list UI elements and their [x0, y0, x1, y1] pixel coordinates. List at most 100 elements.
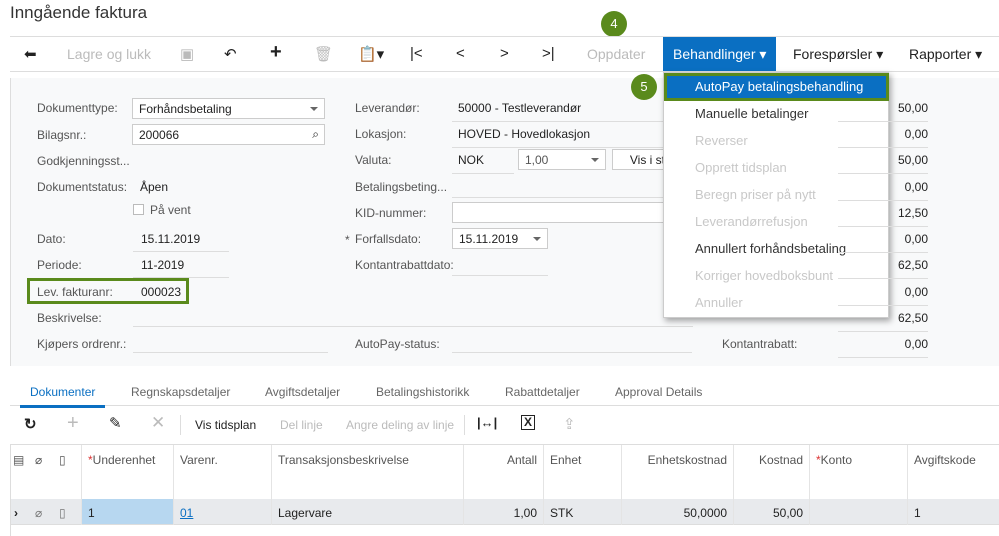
save-close-button[interactable]: Lagre og lukk: [67, 46, 151, 62]
terms-field[interactable]: [452, 197, 667, 198]
fit-columns-icon[interactable]: |↔|: [477, 415, 497, 430]
reports-menu-button[interactable]: Rapporter ▾: [899, 37, 992, 71]
step-badge-5: 5: [631, 74, 657, 100]
prev-icon[interactable]: <: [456, 45, 465, 62]
description-label: Beskrivelse:: [37, 311, 102, 325]
add-icon[interactable]: +: [270, 41, 282, 64]
delete-icon[interactable]: 🗑: [314, 45, 333, 63]
vendor-ref-label: Lev. fakturanr:: [37, 285, 113, 299]
edit-icon[interactable]: ✎: [109, 414, 122, 432]
undo-split-button[interactable]: Angre deling av linje: [346, 418, 454, 432]
doc-type-select[interactable]: Forhåndsbetaling: [132, 98, 325, 119]
last-icon[interactable]: >|: [542, 45, 555, 62]
first-icon[interactable]: |<: [410, 45, 423, 62]
grid-cell[interactable]: STK: [550, 506, 573, 520]
reports-label: Rapporter: [909, 46, 972, 62]
file-icon: ▯: [59, 453, 66, 467]
buyer-order-label: Kjøpers ordrenr.:: [37, 337, 127, 351]
column-divider: [81, 445, 82, 525]
next-icon[interactable]: >: [500, 45, 509, 62]
tab-4[interactable]: Rabattdetaljer: [505, 385, 580, 399]
column-header-8[interactable]: Avgiftskode: [914, 453, 976, 467]
row-selector-icon[interactable]: ›: [14, 506, 18, 520]
column-header-3[interactable]: Antall: [463, 453, 537, 467]
menu-item-2[interactable]: Reverser: [695, 133, 748, 148]
ref-input[interactable]: 200066 ⌕: [132, 124, 325, 145]
tab-5[interactable]: Approval Details: [615, 385, 702, 399]
column-header-4[interactable]: Enhet: [550, 453, 581, 467]
currency-field[interactable]: NOK: [452, 153, 514, 174]
save-icon[interactable]: ▣: [180, 45, 194, 63]
cash-disc-date-field[interactable]: [452, 275, 548, 276]
add-row-icon[interactable]: +: [67, 412, 79, 435]
step-badge-4: 4: [601, 11, 627, 37]
rate-select[interactable]: 1,00: [518, 149, 606, 170]
location-field[interactable]: HOVED - Hovedlokasjon: [452, 127, 667, 148]
actions-menu-button[interactable]: Behandlinger ▾: [663, 37, 777, 71]
view-schedule-button[interactable]: Vis tidsplan: [195, 418, 256, 432]
grid-cell[interactable]: Lagervare: [278, 506, 332, 520]
menu-item-1[interactable]: Manuelle betalinger: [695, 106, 808, 121]
table-row[interactable]: › ⌀ ▯ 1 01 Lagervare 1,00 STK 50,0000 50,00 1: [11, 499, 999, 525]
excel-export-icon[interactable]: X: [521, 415, 536, 430]
tab-2[interactable]: Avgiftsdetaljer: [265, 385, 340, 399]
refresh-icon[interactable]: ↻: [24, 415, 37, 433]
summary-value: 50,00: [838, 101, 928, 122]
column-header-label: Varenr.: [180, 453, 218, 467]
column-header-1[interactable]: Varenr.: [180, 453, 218, 467]
menu-item-0[interactable]: AutoPay betalingsbehandling: [665, 74, 887, 100]
menu-item-3[interactable]: Opprett tidsplan: [695, 160, 787, 175]
undo-icon[interactable]: ↶: [224, 45, 237, 63]
column-header-7[interactable]: *Konto: [816, 453, 852, 467]
menu-item-5[interactable]: Leverandørrefusjon: [695, 214, 808, 229]
tab-0[interactable]: Dokumenter: [20, 385, 106, 408]
period-label: Periode:: [37, 258, 82, 272]
attachment-icon: ⌀: [35, 506, 43, 520]
notes-icon: ▤: [13, 453, 25, 467]
description-field[interactable]: [133, 326, 693, 327]
back-icon[interactable]: ⬅: [24, 45, 37, 63]
grid-cell[interactable]: 1: [88, 506, 95, 520]
upload-icon[interactable]: ⇪: [563, 415, 576, 433]
date-field[interactable]: 15.11.2019: [133, 232, 229, 252]
divider: [180, 415, 181, 435]
tab-3[interactable]: Betalingshistorikk: [376, 385, 469, 399]
column-divider: [173, 445, 174, 525]
details-grid: ▤ ⌀ ▯ › ⌀ ▯ 1 01 Lagervare 1,00 STK 50,0000 50…: [10, 444, 999, 536]
menu-item-6[interactable]: Annullert forhåndsbetaling: [695, 241, 846, 256]
summary-value: 0,00: [838, 180, 928, 201]
column-header-5[interactable]: Enhetskostnad: [621, 453, 727, 467]
menu-item-7[interactable]: Korriger hovedboksbunt: [695, 268, 833, 283]
column-header-2[interactable]: Transaksjonsbeskrivelse: [278, 453, 409, 467]
split-line-button[interactable]: Del linje: [280, 418, 323, 432]
grid-cell[interactable]: 01: [180, 506, 193, 520]
summary-value: 0,00: [838, 127, 928, 148]
grid-cell[interactable]: 50,0000: [621, 506, 727, 520]
vendor-ref-value[interactable]: 000023: [141, 285, 181, 299]
actions-label: Behandlinger: [673, 46, 756, 62]
period-field[interactable]: 11-2019: [133, 258, 229, 278]
grid-cell[interactable]: 1,00: [463, 506, 537, 520]
kid-input[interactable]: [452, 202, 667, 223]
chevron-down-icon: [310, 107, 318, 111]
column-divider: [907, 445, 908, 525]
column-header-0[interactable]: *Underenhet: [88, 453, 155, 467]
grid-cell[interactable]: 1: [914, 506, 921, 520]
inquiries-menu-button[interactable]: Forespørsler ▾: [783, 37, 893, 71]
refresh-button[interactable]: Oppdater: [587, 46, 645, 62]
summary-value: 12,50: [838, 206, 928, 227]
buyer-order-field[interactable]: [133, 352, 328, 353]
due-date-picker[interactable]: 15.11.2019: [452, 228, 548, 249]
summary-value: 0,00: [838, 337, 928, 358]
column-header-6[interactable]: Kostnad: [733, 453, 803, 467]
menu-item-4[interactable]: Beregn priser på nytt: [695, 187, 816, 202]
grid-cell[interactable]: 50,00: [733, 506, 803, 520]
vendor-field[interactable]: 50000 - Testleverandør: [452, 101, 667, 122]
autopay-status-label: AutoPay-status:: [355, 337, 440, 351]
delete-row-icon[interactable]: ✕: [151, 413, 165, 433]
hold-checkbox[interactable]: [133, 204, 144, 215]
menu-item-8[interactable]: Annuller: [695, 295, 743, 310]
grid-toolbar: ↻ + ✎ ✕ Vis tidsplan Del linje Angre del…: [10, 410, 999, 440]
copy-paste-icon[interactable]: 📋▾: [358, 45, 384, 63]
tab-1[interactable]: Regnskapsdetaljer: [131, 385, 230, 399]
